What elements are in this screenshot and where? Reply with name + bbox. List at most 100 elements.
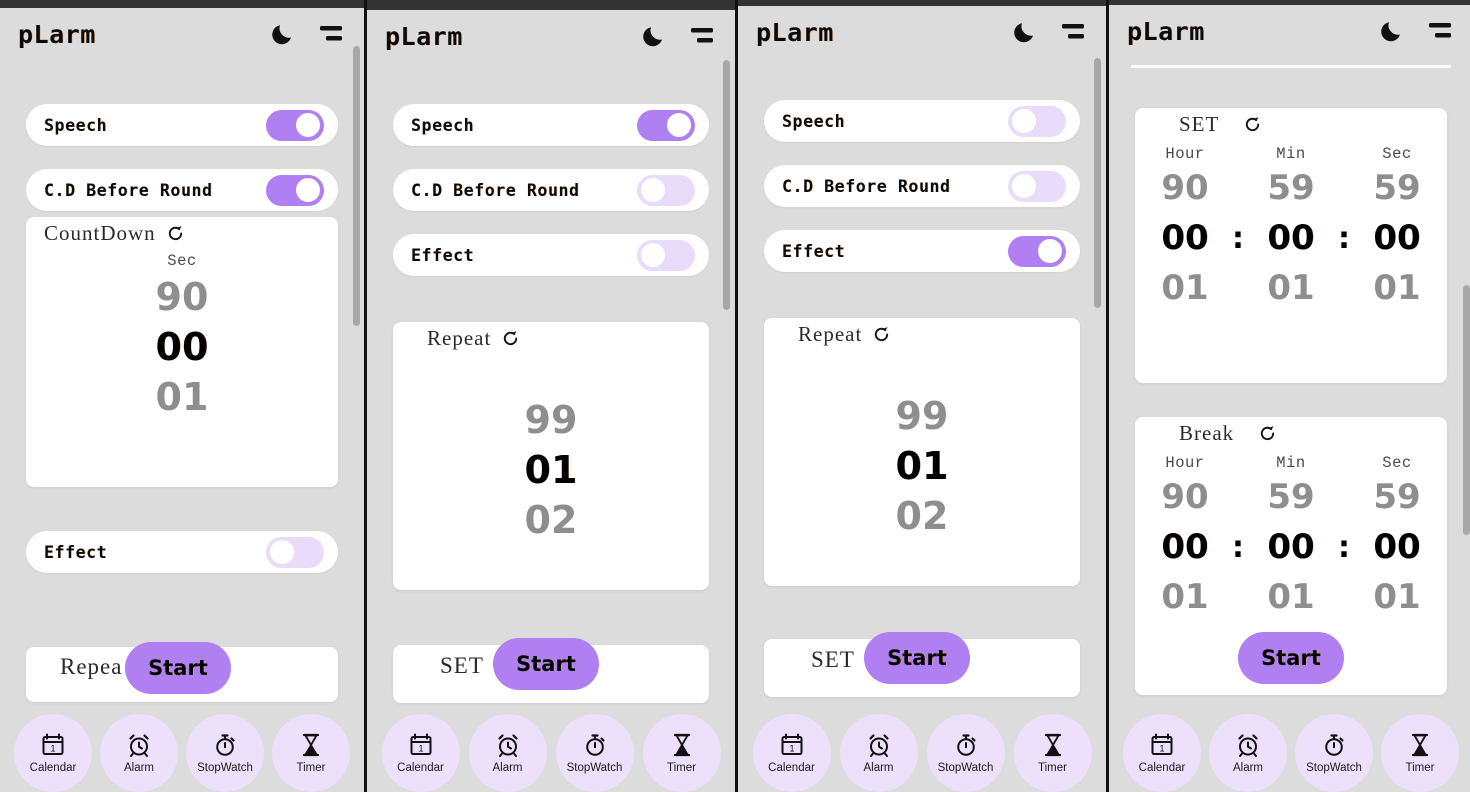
- nav-item-calendar[interactable]: 1 Calendar: [1123, 714, 1201, 792]
- refresh-icon[interactable]: [1243, 115, 1262, 134]
- toggle-row-effect[interactable]: Effect: [393, 234, 709, 276]
- nav-item-timer[interactable]: Timer: [642, 714, 721, 792]
- set-wheel-sec[interactable]: 59 00 01: [1357, 163, 1437, 313]
- toggle-row-speech[interactable]: Speech: [764, 100, 1080, 142]
- set-card-partial-label: SET: [811, 647, 855, 672]
- hourglass-icon: [298, 732, 324, 758]
- repeat-wheel-row[interactable]: 99 01 02: [764, 391, 1080, 541]
- set-wheel-hour[interactable]: 90 00 01: [1145, 163, 1225, 313]
- start-button[interactable]: Start: [125, 642, 231, 694]
- wheel-value-next: 01: [1161, 268, 1209, 308]
- wheel-value-prev: 59: [1267, 477, 1315, 517]
- nav-label-timer: Timer: [1038, 762, 1067, 774]
- toggle-row-cd-before-round[interactable]: C.D Before Round: [764, 165, 1080, 207]
- countdown-wheel-sec[interactable]: 90 00 01: [26, 272, 338, 422]
- toggle-switch-speech[interactable]: [1008, 105, 1066, 137]
- wheel-value-prev: 59: [1373, 168, 1421, 208]
- break-wheel-sec[interactable]: 59 00 01: [1357, 472, 1437, 622]
- repeat-wheel[interactable]: 99 01 02: [393, 395, 709, 545]
- hourglass-icon: [1407, 732, 1433, 758]
- col-head-spacer: [1225, 454, 1251, 472]
- moon-icon[interactable]: [1379, 18, 1405, 44]
- toggle-row-effect[interactable]: Effect: [764, 230, 1080, 272]
- toggle-switch-speech[interactable]: [637, 109, 695, 141]
- col-head-min: Min: [1276, 145, 1306, 163]
- repeat-wheel[interactable]: 99 01 02: [764, 391, 1080, 541]
- toggle-switch-effect[interactable]: [637, 239, 695, 271]
- toggle-row-cd-before-round[interactable]: C.D Before Round: [26, 169, 338, 211]
- moon-icon[interactable]: [1012, 19, 1038, 45]
- start-button[interactable]: Start: [864, 632, 970, 684]
- col-head-spacer: [1331, 454, 1357, 472]
- repeat-picker-title: Repeat: [798, 322, 863, 346]
- nav-item-stopwatch[interactable]: StopWatch: [186, 714, 264, 792]
- app-header: pLarm: [738, 6, 1106, 58]
- start-button[interactable]: Start: [1238, 632, 1344, 684]
- vertical-scrollbar[interactable]: [1094, 58, 1101, 308]
- set-wheel-row[interactable]: 90 00 01 : 59 00 01 : 59 00 01: [1135, 163, 1447, 313]
- menu-icon[interactable]: [1425, 19, 1455, 43]
- toggle-switch-cd-before-round[interactable]: [266, 174, 324, 206]
- wheel-value-selected: 00: [1267, 527, 1315, 567]
- nav-label-stopwatch: StopWatch: [566, 762, 623, 774]
- time-separator: :: [1232, 220, 1244, 256]
- toggle-label-speech: Speech: [782, 111, 846, 131]
- alarm-clock-icon: [126, 732, 152, 758]
- refresh-icon[interactable]: [872, 325, 891, 344]
- nav-item-timer[interactable]: Timer: [1381, 714, 1459, 792]
- countdown-picker[interactable]: CountDown Sec 90 00 01: [26, 217, 338, 487]
- toggle-row-speech[interactable]: Speech: [393, 104, 709, 146]
- menu-icon[interactable]: [316, 22, 346, 46]
- repeat-picker[interactable]: Repeat 99 01 02: [764, 318, 1080, 586]
- moon-icon[interactable]: [270, 21, 296, 47]
- header-icons: [641, 23, 717, 49]
- nav-item-calendar[interactable]: 1 Calendar: [752, 714, 831, 792]
- nav-label-alarm: Alarm: [1232, 762, 1264, 774]
- countdown-wheel-row[interactable]: 90 00 01: [26, 272, 338, 422]
- nav-item-timer[interactable]: Timer: [1013, 714, 1092, 792]
- toggle-switch-cd-before-round[interactable]: [1008, 170, 1066, 202]
- menu-icon[interactable]: [1058, 20, 1088, 44]
- nav-label-timer: Timer: [1405, 762, 1435, 774]
- nav-item-alarm[interactable]: Alarm: [1209, 714, 1287, 792]
- toggle-switch-effect[interactable]: [266, 536, 324, 568]
- toggle-switch-cd-before-round[interactable]: [637, 174, 695, 206]
- wheel-value-selected: 00: [1373, 218, 1421, 258]
- nav-item-timer[interactable]: Timer: [272, 714, 350, 792]
- nav-item-calendar[interactable]: 1 Calendar: [381, 714, 460, 792]
- nav-item-calendar[interactable]: 1 Calendar: [14, 714, 92, 792]
- toggle-switch-effect[interactable]: [1008, 235, 1066, 267]
- menu-icon[interactable]: [687, 24, 717, 48]
- refresh-icon[interactable]: [166, 224, 185, 243]
- repeat-picker[interactable]: Repeat 99 01 02: [393, 322, 709, 590]
- moon-icon[interactable]: [641, 23, 667, 49]
- set-picker[interactable]: SET Hour Min Sec 90 00 01: 59 00 01: 5…: [1135, 108, 1447, 383]
- nav-item-alarm[interactable]: Alarm: [468, 714, 547, 792]
- nav-item-alarm[interactable]: Alarm: [100, 714, 178, 792]
- time-separator: :: [1338, 529, 1350, 565]
- refresh-icon[interactable]: [1258, 424, 1277, 443]
- break-wheel-min[interactable]: 59 00 01: [1251, 472, 1331, 622]
- vertical-scrollbar[interactable]: [723, 60, 730, 310]
- toggle-row-cd-before-round[interactable]: C.D Before Round: [393, 169, 709, 211]
- break-wheel-hour[interactable]: 90 00 01: [1145, 472, 1225, 622]
- break-col-heads: Hour Min Sec: [1135, 454, 1447, 472]
- vertical-scrollbar[interactable]: [1463, 285, 1470, 535]
- repeat-wheel-row[interactable]: 99 01 02: [393, 395, 709, 545]
- break-picker-title: Break: [1179, 421, 1235, 445]
- nav-item-stopwatch[interactable]: StopWatch: [1295, 714, 1373, 792]
- nav-item-stopwatch[interactable]: StopWatch: [555, 714, 634, 792]
- start-button[interactable]: Start: [493, 638, 599, 690]
- refresh-icon[interactable]: [501, 329, 520, 348]
- nav-item-alarm[interactable]: Alarm: [839, 714, 918, 792]
- nav-item-stopwatch[interactable]: StopWatch: [926, 714, 1005, 792]
- stopwatch-icon: [953, 732, 979, 758]
- break-wheel-row[interactable]: 90 00 01 : 59 00 01 : 59 00 01: [1135, 472, 1447, 622]
- wheel-value-prev: 59: [1267, 168, 1315, 208]
- vertical-scrollbar[interactable]: [353, 46, 360, 326]
- svg-text:1: 1: [418, 744, 423, 754]
- set-wheel-min[interactable]: 59 00 01: [1251, 163, 1331, 313]
- toggle-switch-speech[interactable]: [266, 109, 324, 141]
- toggle-row-effect[interactable]: Effect: [26, 531, 338, 573]
- toggle-row-speech[interactable]: Speech: [26, 104, 338, 146]
